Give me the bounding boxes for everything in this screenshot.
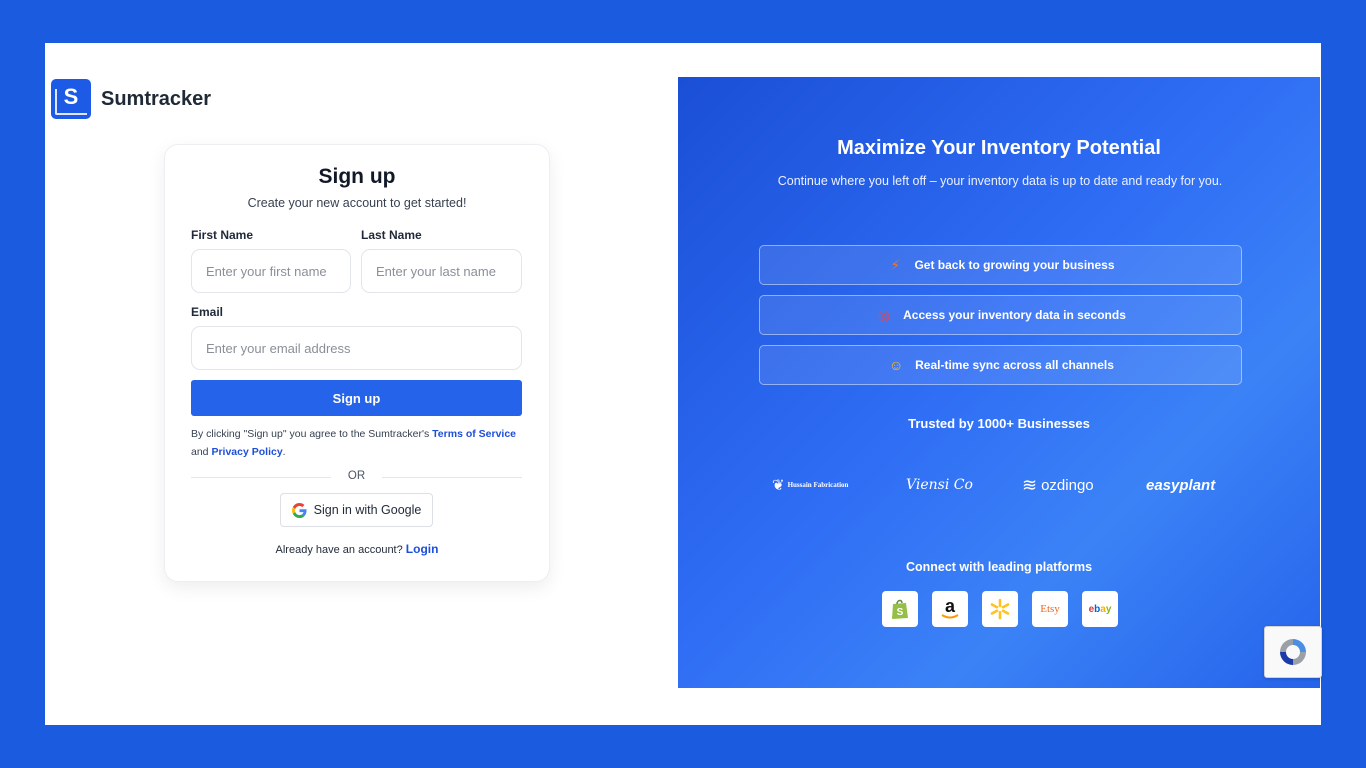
hero-panel: Maximize Your Inventory Potential Contin… — [678, 77, 1320, 688]
wing-icon: ❦ — [772, 477, 785, 494]
customer-logo: ≋ ozdingo — [1022, 471, 1094, 499]
terms-link[interactable]: Terms of Service — [432, 428, 516, 440]
customer-logo: Viensi Co — [906, 471, 973, 499]
ebay-icon: ebay — [1082, 591, 1118, 627]
terms-prefix: By clicking "Sign up" you agree to the S… — [191, 428, 430, 440]
signup-title: Sign up — [318, 165, 396, 188]
login-prompt: Already have an account? Login — [165, 542, 549, 556]
divider-line-right — [382, 477, 522, 478]
customer-logos: ❦ Hussain Fabrication Viensi Co ≋ ozding… — [772, 471, 1232, 499]
last-name-label: Last Name — [361, 228, 422, 242]
smile-icon: ☺ — [888, 357, 904, 373]
email-label: Email — [191, 305, 224, 319]
google-signin-button[interactable]: Sign in with Google — [280, 493, 433, 527]
feature-item: ◎ Access your inventory data in seconds — [759, 295, 1242, 335]
signup-card: Sign up Create your new account to get s… — [164, 144, 550, 582]
lightning-icon: ⚡ — [890, 256, 901, 273]
ozdingo-mark-icon: ≋ — [1022, 474, 1038, 495]
signup-button[interactable]: Sign up — [191, 380, 522, 416]
walmart-icon — [982, 591, 1018, 627]
feature-item: ☺ Real-time sync across all channels — [759, 345, 1242, 385]
feature-label: Access your inventory data in seconds — [903, 308, 1126, 322]
first-name-label: First Name — [191, 228, 254, 242]
ebay-text: ebay — [1088, 603, 1112, 615]
brand-name: Sumtracker — [101, 87, 212, 110]
amazon-logo-icon: a — [941, 597, 959, 619]
customer-logo-text: Hussain Fabrication — [787, 481, 849, 489]
customer-logo-text: ozdingo — [1041, 476, 1094, 494]
amazon-icon: a — [932, 591, 968, 627]
feature-label: Real-time sync across all channels — [915, 358, 1114, 372]
brand[interactable]: S Sumtracker — [51, 79, 211, 119]
or-divider: OR — [191, 470, 522, 484]
terms-text: By clicking "Sign up" you agree to the S… — [191, 425, 526, 461]
shopify-icon: S — [882, 591, 918, 627]
etsy-text: Etsy — [1040, 603, 1060, 615]
customer-logo-text: Viensi Co — [906, 477, 973, 493]
login-prompt-text: Already have an account? — [275, 544, 403, 556]
walmart-spark-icon — [990, 598, 1010, 620]
hero-subtitle: Continue where you left off – your inven… — [777, 174, 1223, 188]
signup-subtitle: Create your new account to get started! — [247, 196, 467, 210]
trusted-label: Trusted by 1000+ Businesses — [908, 416, 1090, 431]
recaptcha-icon — [1280, 639, 1306, 665]
last-name-input[interactable] — [361, 249, 522, 293]
sumtracker-logo-icon: S — [51, 79, 91, 119]
shopify-bag-icon: S — [892, 599, 908, 619]
terms-suffix: . — [282, 446, 286, 458]
first-name-input[interactable] — [191, 249, 351, 293]
feature-item: ⚡ Get back to growing your business — [759, 245, 1242, 285]
recaptcha-badge[interactable] — [1264, 626, 1322, 678]
customer-logo: easyplant — [1146, 471, 1215, 499]
email-input[interactable] — [191, 326, 522, 370]
google-signin-label: Sign in with Google — [313, 503, 422, 517]
svg-text:a: a — [945, 597, 956, 616]
or-text: OR — [347, 470, 366, 482]
etsy-icon: Etsy — [1032, 591, 1068, 627]
platform-logos: S a Etsy ebay — [882, 591, 1118, 627]
feature-label: Get back to growing your business — [914, 258, 1115, 272]
customer-logo-text: easyplant — [1146, 476, 1216, 494]
target-icon: ◎ — [878, 306, 891, 323]
hero-title: Maximize Your Inventory Potential — [837, 137, 1161, 159]
logo-letter: S — [63, 84, 79, 109]
page-frame: S Sumtracker Sign up Create your new acc… — [45, 43, 1322, 725]
svg-text:S: S — [897, 607, 904, 618]
connect-label: Connect with leading platforms — [905, 560, 1093, 574]
privacy-link[interactable]: Privacy Policy — [211, 446, 282, 458]
google-icon — [291, 502, 307, 518]
customer-logo: ❦ Hussain Fabrication — [772, 471, 848, 499]
login-link[interactable]: Login — [406, 542, 439, 556]
terms-and: and — [191, 446, 209, 458]
